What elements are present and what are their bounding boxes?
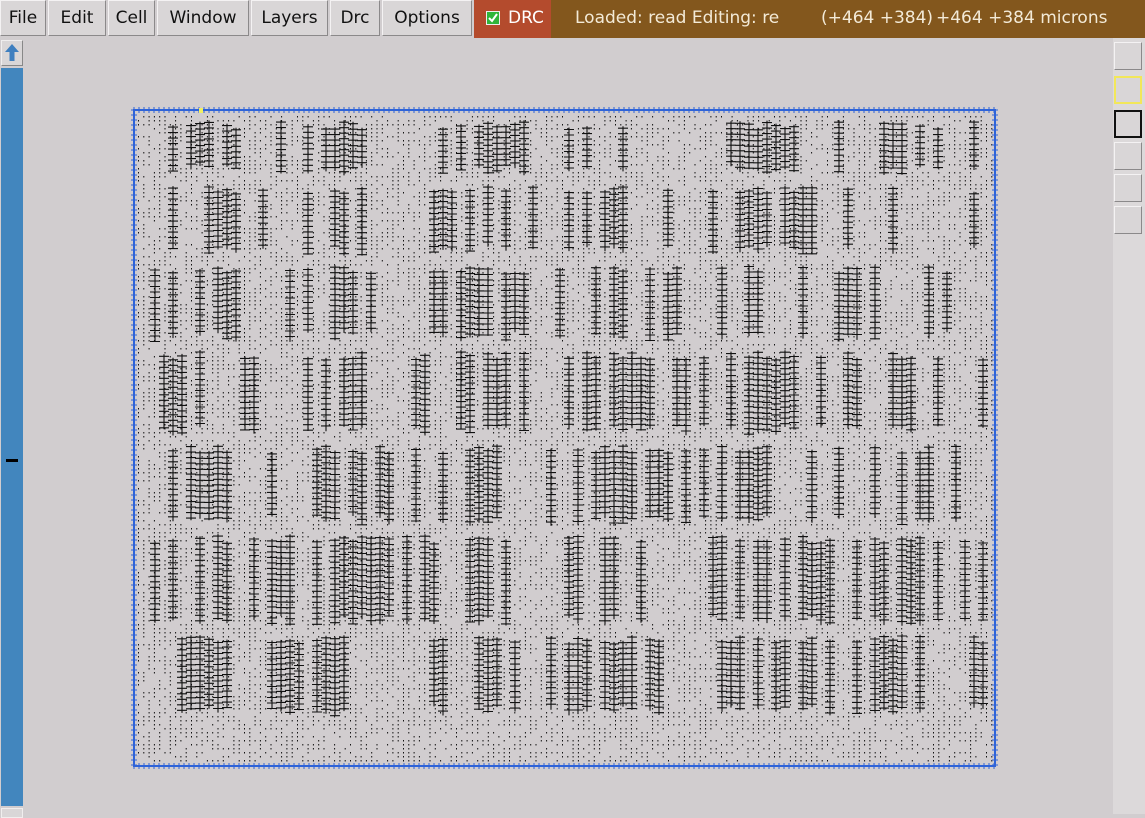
menu-drc[interactable]: Drc (330, 0, 380, 36)
menu-edit[interactable]: Edit (48, 0, 106, 36)
layer-slot-6[interactable] (1114, 206, 1142, 234)
vertical-scrollbar[interactable] (0, 38, 24, 818)
status-bar: Loaded: read Editing: re (+464 +384) +46… (551, 0, 1145, 38)
menu-file[interactable]: File (0, 0, 46, 36)
menu-window[interactable]: Window (157, 0, 249, 36)
menu-options[interactable]: Options (382, 0, 472, 36)
menu-layers[interactable]: Layers (251, 0, 328, 36)
layout-geometry (138, 116, 993, 762)
layer-slot-4[interactable] (1114, 142, 1142, 170)
layer-slot-2[interactable] (1114, 76, 1142, 104)
layout-canvas[interactable] (24, 38, 1113, 814)
layer-slot-5[interactable] (1114, 174, 1142, 202)
layer-palette (1113, 38, 1145, 814)
scroll-trough[interactable] (1, 68, 23, 806)
up-arrow-icon[interactable] (1, 40, 23, 66)
status-message: Loaded: read Editing: re (575, 8, 780, 28)
down-arrow-icon[interactable] (1, 808, 23, 818)
drc-label: DRC (508, 8, 544, 28)
origin-marker (199, 108, 203, 113)
status-units: +464 +384 microns (936, 8, 1108, 28)
menu-bar: File Edit Cell Window Layers Drc Options… (0, 0, 1145, 38)
layer-slot-1[interactable] (1114, 42, 1142, 70)
menu-cell[interactable]: Cell (108, 0, 155, 36)
status-coords: (+464 +384) (821, 8, 934, 28)
scroll-thumb[interactable] (6, 459, 18, 462)
checkmark-icon[interactable] (486, 11, 500, 25)
drc-toggle[interactable]: DRC (474, 0, 551, 38)
layer-slot-3[interactable] (1114, 110, 1142, 138)
